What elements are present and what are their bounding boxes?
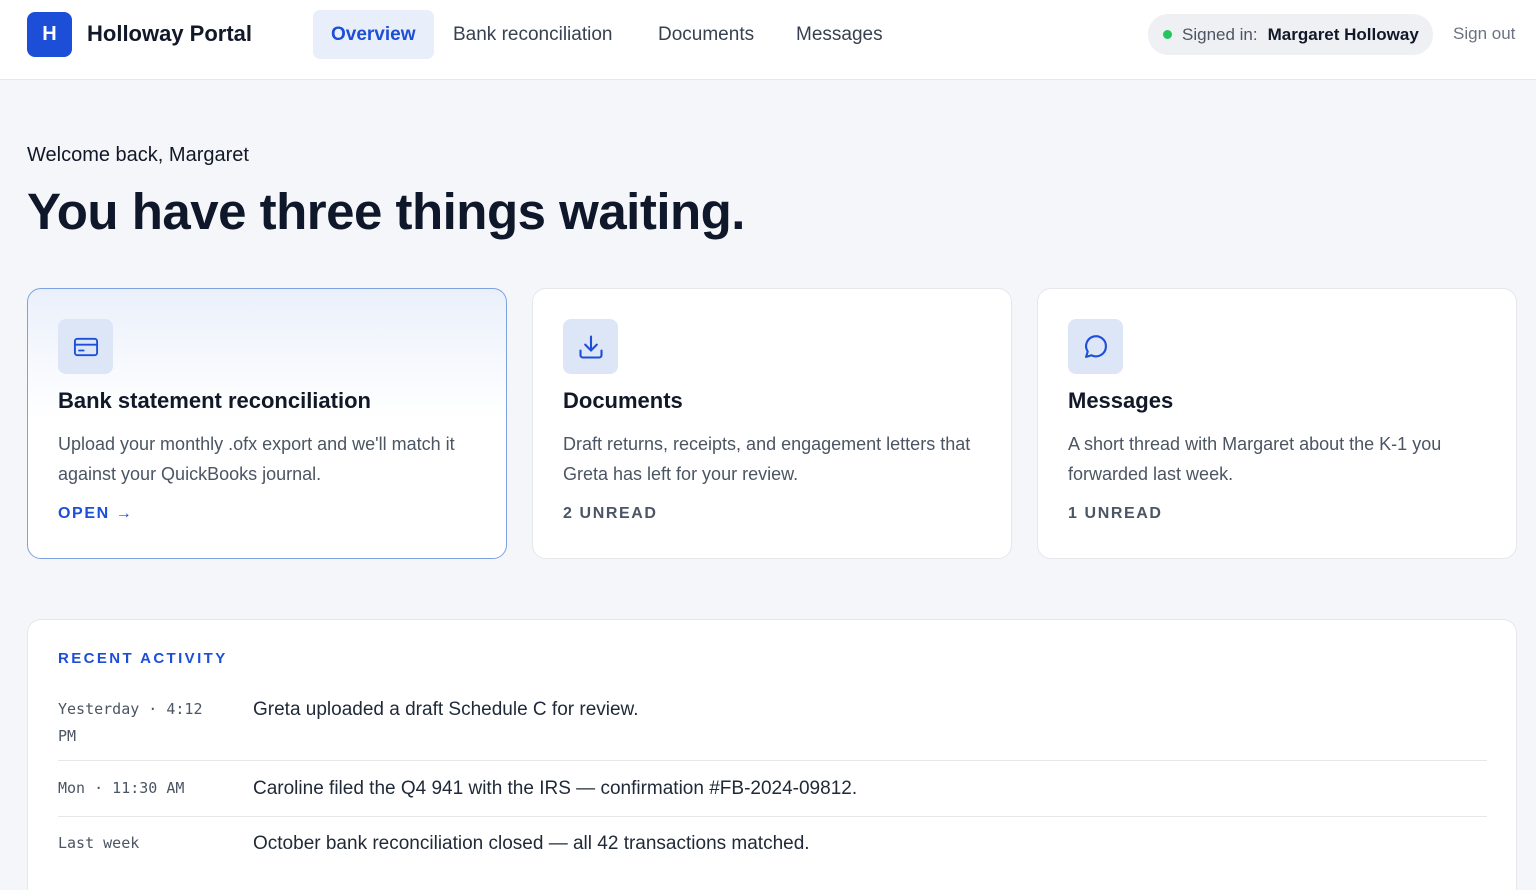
chat-bubble-icon: [1068, 319, 1123, 374]
online-status-dot: [1163, 30, 1172, 39]
recent-activity-panel: RECENT ACTIVITY Yesterday · 4:12 PM Gret…: [27, 619, 1517, 890]
nav-overview[interactable]: Overview: [313, 10, 434, 59]
credit-card-icon: [58, 319, 113, 374]
card-title: Bank statement reconciliation: [58, 388, 371, 413]
card-description: Draft returns, receipts, and engagement …: [563, 434, 971, 484]
activity-row: Yesterday · 4:12 PM Greta uploaded a dra…: [58, 696, 1487, 761]
card-description: A short thread with Margaret about the K…: [1068, 434, 1442, 484]
top-bar: H Holloway Portal Overview Bank reconcil…: [0, 0, 1536, 80]
logo-letter: H: [42, 23, 57, 45]
activity-text: Greta uploaded a draft Schedule C for re…: [253, 699, 639, 720]
activity-time: Mon · 11:30 AM: [58, 779, 185, 797]
card-bank-reconciliation[interactable]: Bank statement reconciliation Upload you…: [27, 288, 507, 559]
recent-activity-heading: RECENT ACTIVITY: [58, 650, 228, 667]
activity-time: Last week: [58, 834, 140, 852]
unread-count: 2 UNREAD: [563, 505, 658, 522]
logo[interactable]: H: [27, 12, 72, 57]
activity-time: Yesterday · 4:12 PM: [58, 700, 203, 745]
card-description: Upload your monthly .ofx export and we'l…: [58, 434, 455, 484]
brand-name[interactable]: Holloway Portal: [87, 20, 252, 48]
nav-bank-reconciliation[interactable]: Bank reconciliation: [435, 10, 630, 59]
nav-documents[interactable]: Documents: [640, 10, 772, 59]
open-link[interactable]: OPEN →: [58, 505, 133, 523]
activity-row: Last week October bank reconciliation cl…: [58, 830, 1487, 870]
card-messages[interactable]: Messages A short thread with Margaret ab…: [1037, 288, 1517, 559]
activity-text: October bank reconciliation closed — all…: [253, 833, 810, 854]
signed-in-user: Margaret Holloway: [1267, 24, 1419, 44]
download-icon: [563, 319, 618, 374]
card-documents[interactable]: Documents Draft returns, receipts, and e…: [532, 288, 1012, 559]
signed-in-badge: Signed in: Margaret Holloway: [1148, 14, 1433, 55]
activity-row: Mon · 11:30 AM Caroline filed the Q4 941…: [58, 775, 1487, 817]
signed-in-label: Signed in:: [1182, 24, 1258, 44]
activity-text: Caroline filed the Q4 941 with the IRS —…: [253, 778, 858, 799]
card-title: Documents: [563, 388, 683, 413]
page-headline: You have three things waiting.: [27, 183, 745, 240]
welcome-text: Welcome back, Margaret: [27, 144, 249, 166]
card-title: Messages: [1068, 388, 1174, 413]
nav-messages[interactable]: Messages: [778, 10, 901, 59]
unread-count: 1 UNREAD: [1068, 505, 1163, 522]
sign-out-link[interactable]: Sign out: [1453, 24, 1515, 44]
